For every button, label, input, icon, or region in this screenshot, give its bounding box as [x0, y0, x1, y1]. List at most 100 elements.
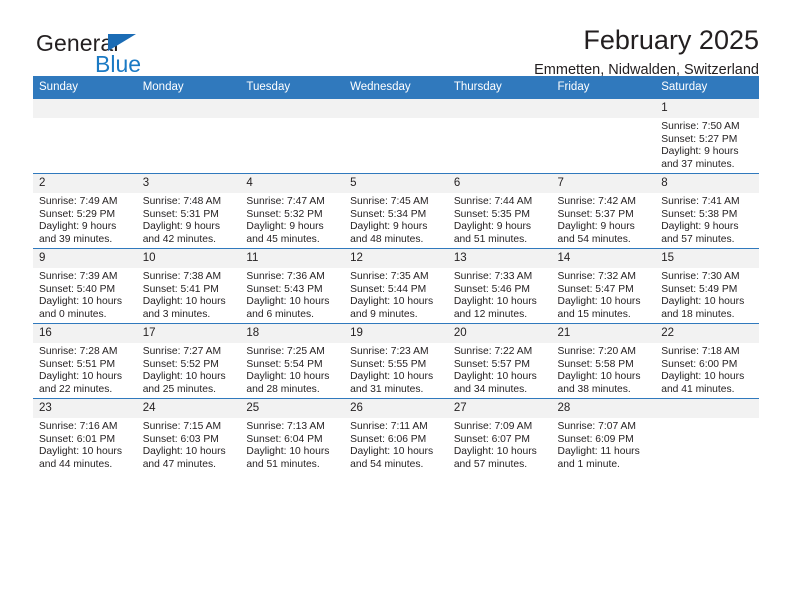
calendar-day-cell[interactable]: 24 Sunrise: 7:15 AM Sunset: 6:03 PM Dayligh…: [136, 398, 241, 473]
day-sun-info: Sunrise: 7:50 AM Sunset: 5:27 PM Daylight:…: [655, 118, 759, 171]
day-sun-info-line: Sunset: 5:43 PM: [246, 283, 323, 295]
day-sun-info-line: Daylight: 10 hours: [557, 296, 641, 308]
calendar-day-cell[interactable]: 10 Sunrise: 7:38 AM Sunset: 5:41 PM Dayligh…: [136, 248, 241, 324]
day-sun-info-line: and 54 minutes.: [350, 458, 424, 470]
day-sun-info-line: Sunset: 6:03 PM: [142, 433, 219, 445]
calendar-day-cell[interactable]: 3 Sunrise: 7:48 AM Sunset: 5:31 PM Daylight…: [136, 173, 241, 249]
calendar-day-cell[interactable]: 14 Sunrise: 7:32 AM Sunset: 5:47 PM Dayligh…: [551, 248, 656, 324]
calendar-day-cell[interactable]: 2 Sunrise: 7:49 AM Sunset: 5:29 PM Daylight…: [33, 173, 137, 249]
calendar-day-cell[interactable]: 13 Sunrise: 7:33 AM Sunset: 5:46 PM Dayligh…: [447, 248, 552, 324]
day-sun-info-line: and 34 minutes.: [453, 383, 528, 395]
day-sun-info: Sunrise: 7:38 AM Sunset: 5:41 PM Daylight:…: [137, 268, 241, 321]
day-sun-info: Sunrise: 7:28 AM Sunset: 5:51 PM Daylight:…: [33, 343, 137, 396]
day-sun-info: Sunrise: 7:13 AM Sunset: 6:04 PM Daylight:…: [240, 418, 344, 471]
day-sun-info-line: Sunset: 5:58 PM: [557, 358, 634, 370]
title-block: February 2025 Emmetten, Nidwalden, Switz…: [534, 24, 759, 79]
calendar-week-row: 1 Sunrise: 7:50 AM Sunset: 5:27 PM Daylight…: [33, 98, 759, 174]
day-sun-info: Sunrise: 7:30 AM Sunset: 5:49 PM Daylight:…: [655, 268, 759, 321]
day-sun-info-line: Sunrise: 7:27 AM: [142, 346, 222, 357]
day-sun-info-line: Daylight: 10 hours: [39, 371, 122, 383]
day-sun-info-line: Sunrise: 7:50 AM: [661, 121, 740, 132]
day-number: 25: [240, 399, 345, 418]
day-sun-info-line: Daylight: 10 hours: [142, 371, 226, 383]
calendar-page: General Blue February 2025 Emmetten, Nid…: [0, 0, 792, 612]
day-sun-info-line: Sunset: 5:46 PM: [453, 283, 530, 295]
logo-text-blue: Blue: [95, 51, 142, 77]
day-sun-info-line: Sunset: 5:38 PM: [661, 208, 738, 220]
calendar-day-cell[interactable]: 23 Sunrise: 7:16 AM Sunset: 6:01 PM Dayligh…: [33, 398, 137, 473]
day-sun-info-line: Sunrise: 7:09 AM: [453, 421, 533, 432]
day-sun-info-line: Sunrise: 7:49 AM: [39, 196, 118, 207]
calendar-day-cell[interactable]: 26 Sunrise: 7:11 AM Sunset: 6:06 PM Dayligh…: [344, 398, 448, 473]
day-sun-info-line: Daylight: 9 hours: [661, 221, 739, 233]
calendar-header-row: Sunday Monday Tuesday Wednesday Thursday…: [33, 76, 759, 99]
day-number: 16: [33, 324, 137, 343]
day-sun-info: Sunrise: 7:15 AM Sunset: 6:03 PM Daylight:…: [137, 418, 241, 471]
day-number: 10: [136, 249, 241, 268]
day-number: 21: [551, 324, 656, 343]
day-sun-info: Sunrise: 7:33 AM Sunset: 5:46 PM Daylight:…: [448, 268, 552, 321]
general-blue-logo[interactable]: General Blue: [36, 30, 226, 78]
day-sun-info-line: and 28 minutes.: [246, 383, 320, 395]
calendar-day-cell[interactable]: 25 Sunrise: 7:13 AM Sunset: 6:04 PM Dayligh…: [240, 398, 345, 473]
day-sun-info: Sunrise: 7:36 AM Sunset: 5:43 PM Daylight:…: [240, 268, 344, 321]
column-header-sunday: Sunday: [33, 76, 137, 99]
day-sun-info: Sunrise: 7:16 AM Sunset: 6:01 PM Daylight:…: [33, 418, 137, 471]
calendar-day-cell[interactable]: 7 Sunrise: 7:42 AM Sunset: 5:37 PM Daylight…: [551, 173, 656, 249]
day-number: 15: [655, 249, 759, 268]
day-sun-info-line: Sunset: 5:49 PM: [661, 283, 738, 295]
calendar-day-cell[interactable]: 9 Sunrise: 7:39 AM Sunset: 5:40 PM Daylight…: [33, 248, 137, 324]
day-sun-info: [655, 418, 759, 421]
day-sun-info-line: Daylight: 10 hours: [142, 296, 226, 308]
day-sun-info-line: Daylight: 10 hours: [142, 446, 226, 458]
calendar-day-cell[interactable]: 27 Sunrise: 7:09 AM Sunset: 6:07 PM Dayligh…: [447, 398, 552, 473]
day-sun-info-line: Sunrise: 7:13 AM: [246, 421, 325, 432]
calendar-day-cell[interactable]: 19 Sunrise: 7:23 AM Sunset: 5:55 PM Dayligh…: [344, 323, 448, 399]
calendar-day-cell[interactable]: 18 Sunrise: 7:25 AM Sunset: 5:54 PM Dayligh…: [240, 323, 345, 399]
day-number: 5: [344, 174, 448, 193]
calendar-day-cell[interactable]: 8 Sunrise: 7:41 AM Sunset: 5:38 PM Daylight…: [655, 173, 759, 249]
day-sun-info-line: Daylight: 9 hours: [142, 221, 220, 233]
page-subtitle: Emmetten, Nidwalden, Switzerland: [534, 62, 759, 78]
page-header: General Blue February 2025 Emmetten, Nid…: [33, 0, 759, 78]
day-sun-info-line: and 51 minutes.: [246, 458, 320, 470]
day-number: [344, 99, 448, 118]
column-header-saturday: Saturday: [655, 76, 759, 99]
day-number: [240, 99, 345, 118]
calendar-day-cell[interactable]: 22 Sunrise: 7:18 AM Sunset: 6:00 PM Dayligh…: [655, 323, 759, 399]
calendar-day-cell[interactable]: 21 Sunrise: 7:20 AM Sunset: 5:58 PM Dayligh…: [551, 323, 656, 399]
day-number: 24: [136, 399, 241, 418]
calendar-day-cell[interactable]: 16 Sunrise: 7:28 AM Sunset: 5:51 PM Dayligh…: [33, 323, 137, 399]
day-number: 1: [655, 99, 759, 118]
day-sun-info: [240, 118, 344, 121]
day-number: [551, 99, 656, 118]
column-header-thursday: Thursday: [447, 76, 552, 99]
day-number: 11: [240, 249, 345, 268]
day-sun-info-line: Sunrise: 7:22 AM: [453, 346, 533, 357]
day-sun-info: [552, 118, 656, 121]
calendar-day-cell[interactable]: 11 Sunrise: 7:36 AM Sunset: 5:43 PM Dayligh…: [240, 248, 345, 324]
calendar-day-cell[interactable]: 5 Sunrise: 7:45 AM Sunset: 5:34 PM Daylight…: [344, 173, 448, 249]
calendar-day-cell-empty: [33, 98, 137, 174]
calendar-day-cell[interactable]: 12 Sunrise: 7:35 AM Sunset: 5:44 PM Dayligh…: [344, 248, 448, 324]
day-sun-info-line: Daylight: 10 hours: [350, 371, 434, 383]
calendar-day-cell[interactable]: 1 Sunrise: 7:50 AM Sunset: 5:27 PM Daylight…: [655, 98, 759, 174]
day-sun-info-line: and 22 minutes.: [39, 383, 113, 395]
day-number: 18: [240, 324, 345, 343]
calendar-day-cell[interactable]: 15 Sunrise: 7:30 AM Sunset: 5:49 PM Dayligh…: [655, 248, 759, 324]
calendar-day-cell[interactable]: 4 Sunrise: 7:47 AM Sunset: 5:32 PM Daylight…: [240, 173, 345, 249]
day-sun-info-line: Sunset: 5:27 PM: [661, 133, 738, 145]
calendar-day-cell[interactable]: 17 Sunrise: 7:27 AM Sunset: 5:52 PM Dayligh…: [136, 323, 241, 399]
calendar-day-cell[interactable]: 28 Sunrise: 7:07 AM Sunset: 6:09 PM Dayligh…: [551, 398, 656, 473]
day-sun-info: Sunrise: 7:41 AM Sunset: 5:38 PM Daylight:…: [655, 193, 759, 246]
day-sun-info-line: and 57 minutes.: [453, 458, 528, 470]
calendar-day-cell-empty: [344, 98, 448, 174]
day-sun-info-line: Daylight: 9 hours: [661, 146, 739, 158]
calendar-day-cell[interactable]: 20 Sunrise: 7:22 AM Sunset: 5:57 PM Dayligh…: [447, 323, 552, 399]
day-sun-info-line: Sunset: 6:01 PM: [39, 433, 116, 445]
day-sun-info-line: Sunset: 5:37 PM: [557, 208, 634, 220]
calendar-day-cell[interactable]: 6 Sunrise: 7:44 AM Sunset: 5:35 PM Daylight…: [447, 173, 552, 249]
day-number: [447, 99, 552, 118]
day-sun-info-line: Daylight: 10 hours: [557, 371, 641, 383]
day-sun-info-line: Sunrise: 7:25 AM: [246, 346, 325, 357]
